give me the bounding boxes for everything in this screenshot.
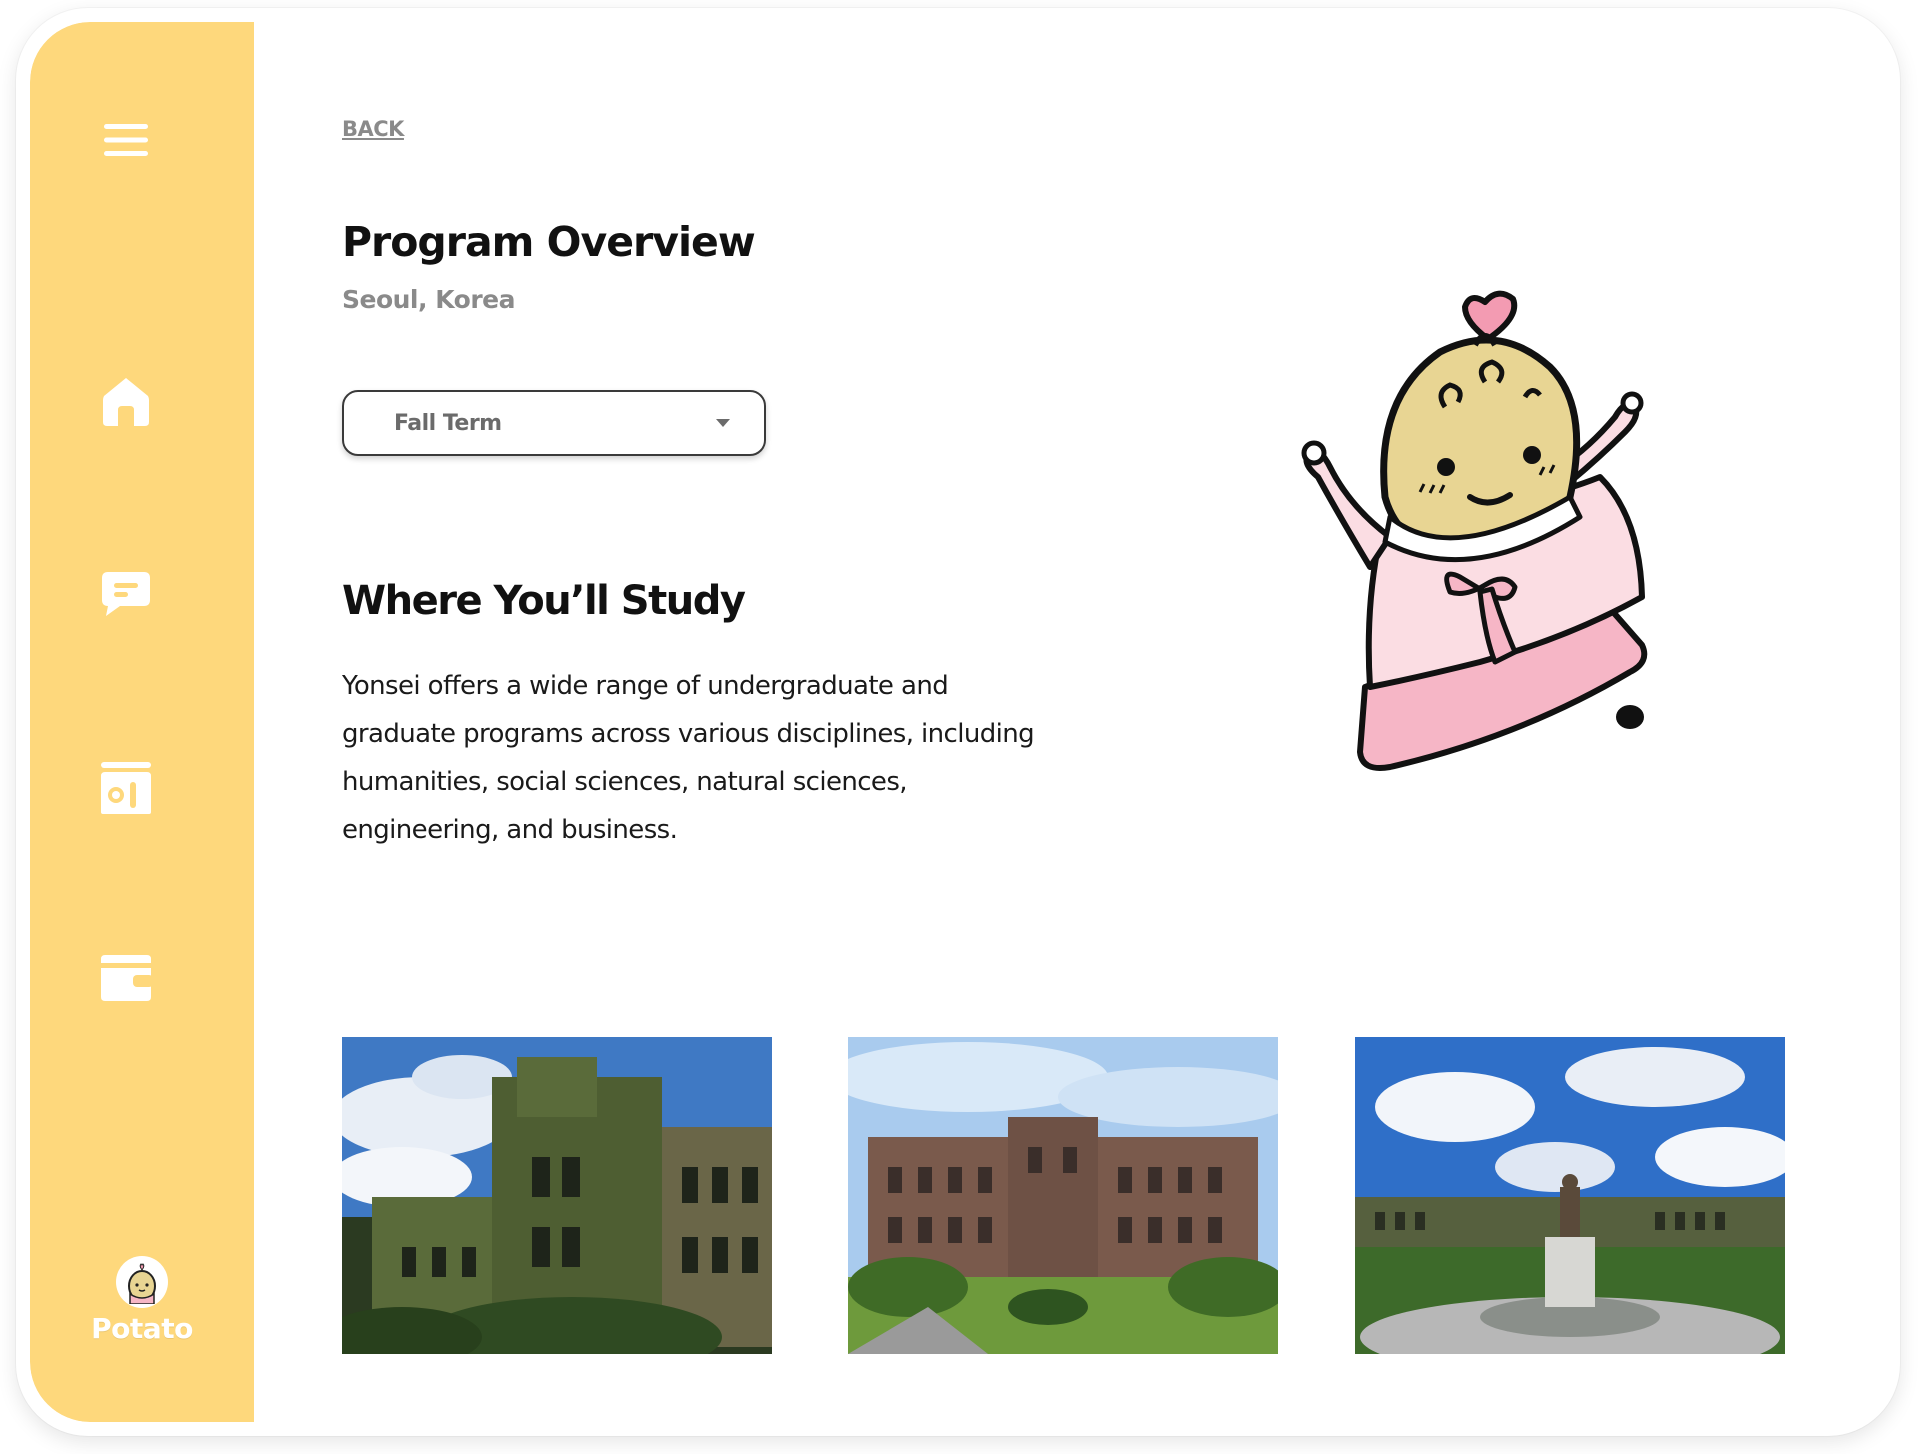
chevron-down-icon [716,419,730,427]
section-title: Where You’ll Study [342,578,746,624]
potato-avatar-icon [116,1256,168,1308]
potato-mascot-illustration [1270,267,1750,807]
app-screen: Potato BACK Program Overview Seoul, Kore… [30,22,1886,1422]
sidebar-item-wallet[interactable] [94,946,158,1010]
sidebar: Potato [30,22,254,1422]
campus-photo-1[interactable] [342,1037,772,1354]
device-frame: Potato BACK Program Overview Seoul, Kore… [16,8,1900,1436]
page-title: Program Overview [342,218,756,266]
campus-photo-3[interactable] [1355,1037,1785,1354]
campus-photo-2[interactable] [848,1037,1278,1354]
profile-name: Potato [91,1312,193,1345]
back-link[interactable]: BACK [342,117,404,141]
sidebar-item-messages[interactable] [94,562,158,626]
chat-bubble-icon [102,572,150,616]
id-card-icon [101,762,151,814]
home-icon [103,378,149,426]
term-select[interactable]: Fall Term [342,390,766,456]
location-subtitle: Seoul, Korea [342,285,515,314]
term-select-value: Fall Term [394,410,502,436]
sidebar-item-id-card[interactable] [94,756,158,820]
study-description: Yonsei offers a wide range of undergradu… [342,671,1035,845]
wallet-icon [101,955,153,1001]
hamburger-menu-icon[interactable] [94,108,158,172]
sidebar-item-home[interactable] [94,370,158,434]
profile[interactable]: Potato [30,1256,254,1345]
